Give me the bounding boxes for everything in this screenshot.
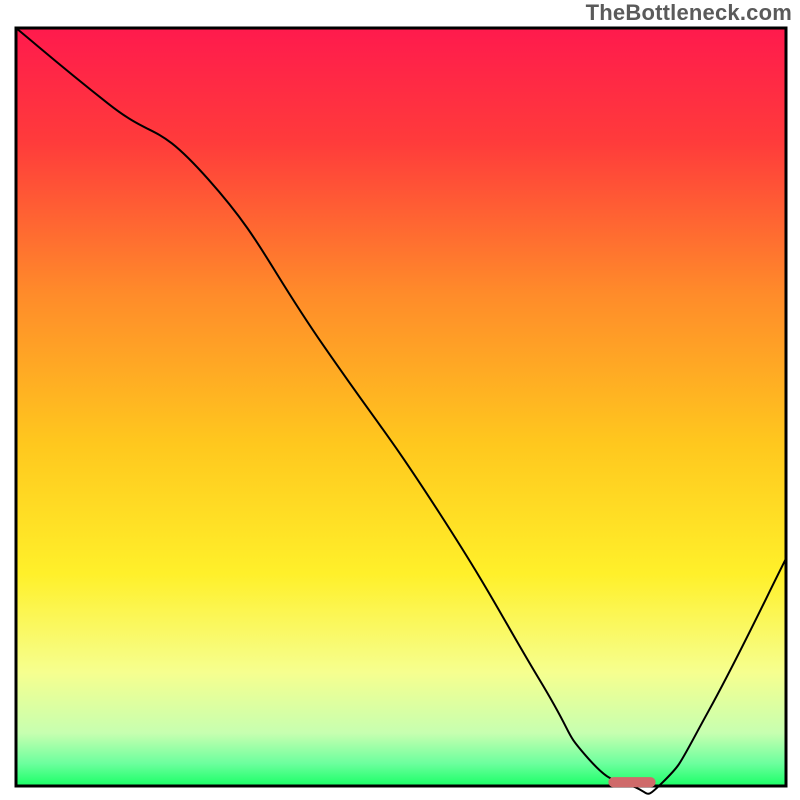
chart-svg <box>0 0 800 800</box>
chart-container: TheBottleneck.com <box>0 0 800 800</box>
watermark-text: TheBottleneck.com <box>586 0 792 26</box>
chart-plot-area <box>16 28 786 786</box>
optimal-marker <box>609 778 655 787</box>
